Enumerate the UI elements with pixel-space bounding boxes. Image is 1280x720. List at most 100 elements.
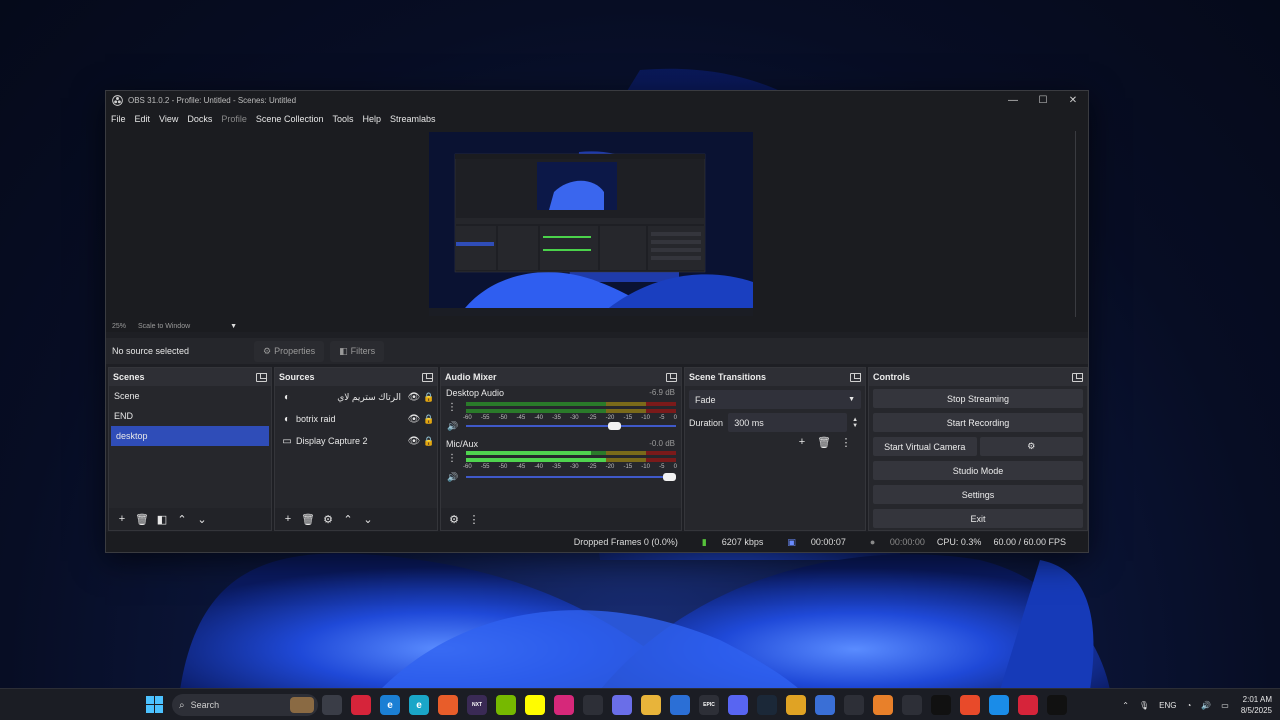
- add-icon[interactable]: +: [791, 436, 813, 449]
- windows-start-icon[interactable]: [146, 696, 163, 713]
- settings-button[interactable]: Settings: [873, 485, 1083, 504]
- snapchat-icon[interactable]: [525, 695, 545, 715]
- chevron-down-icon[interactable]: ▼: [230, 323, 237, 330]
- gear-icon[interactable]: ⚙: [318, 513, 338, 526]
- menu-profile[interactable]: Profile: [221, 114, 247, 124]
- minimize-icon[interactable]: —: [998, 95, 1028, 106]
- title-bar[interactable]: OBS 31.0.2 - Profile: Untitled - Scenes:…: [106, 91, 1088, 110]
- program-preview[interactable]: [429, 132, 753, 316]
- undock-icon[interactable]: [422, 372, 433, 382]
- lock-icon[interactable]: 🔒: [421, 392, 437, 403]
- close-icon[interactable]: ✕: [1058, 95, 1088, 106]
- source-item[interactable]: ◐ botrix raid 👁 🔒: [275, 408, 437, 430]
- virtual-camera-settings-icon[interactable]: ⚙: [979, 437, 1083, 456]
- scale-mode[interactable]: Scale to Window: [138, 323, 190, 330]
- exit-button[interactable]: Exit: [873, 509, 1083, 528]
- instagram-icon[interactable]: [554, 695, 574, 715]
- speaker-icon[interactable]: 🔊: [447, 472, 458, 483]
- trash-icon[interactable]: 🗑: [813, 436, 835, 449]
- shield-app-icon[interactable]: [815, 695, 835, 715]
- slider-knob[interactable]: [607, 422, 621, 430]
- volume-slider[interactable]: [466, 473, 676, 481]
- undock-icon[interactable]: [850, 372, 861, 382]
- duration-stepper[interactable]: ▲ ▼: [849, 417, 861, 429]
- trash-icon[interactable]: 🗑: [132, 513, 152, 526]
- nvidia-app-icon[interactable]: [583, 695, 603, 715]
- file-viewer-icon[interactable]: [322, 695, 342, 715]
- move-down-icon[interactable]: ⌄: [358, 513, 378, 526]
- mail-app-icon[interactable]: [844, 695, 864, 715]
- lock-icon[interactable]: 🔒: [421, 414, 437, 425]
- source-item[interactable]: ▭ Display Capture 2 👁 🔒: [275, 430, 437, 452]
- next-icon[interactable]: NXT: [467, 695, 487, 715]
- source-item[interactable]: ◐ الرتاك ستريم لاي 👁 🔒: [275, 386, 437, 408]
- move-up-icon[interactable]: ⌃: [338, 513, 358, 526]
- start-recording-button[interactable]: Start Recording: [873, 413, 1083, 432]
- tiktok-icon[interactable]: [931, 695, 951, 715]
- preview-scrollbar[interactable]: [1075, 131, 1076, 317]
- add-icon[interactable]: +: [112, 513, 132, 525]
- move-down-icon[interactable]: ⌄: [192, 513, 212, 526]
- eye-icon[interactable]: 👁: [407, 436, 421, 447]
- lock-icon[interactable]: 🔒: [421, 436, 437, 447]
- capcut-icon[interactable]: [1018, 695, 1038, 715]
- kebab-menu-icon[interactable]: ⋮: [447, 402, 457, 413]
- undock-icon[interactable]: [1072, 372, 1083, 382]
- undock-icon[interactable]: [666, 372, 677, 382]
- speaker-icon[interactable]: 🔊: [447, 421, 458, 432]
- mixer-settings-icon[interactable]: ⚙: [444, 513, 464, 526]
- menu-streamlabs[interactable]: Streamlabs: [390, 114, 436, 124]
- scene-item[interactable]: Scene: [109, 386, 271, 406]
- studio-mode-button[interactable]: Studio Mode: [873, 461, 1083, 480]
- stop-streaming-button[interactable]: Stop Streaming: [873, 389, 1083, 408]
- scene-filter-icon[interactable]: ◧: [152, 513, 172, 526]
- undock-icon[interactable]: [256, 372, 267, 382]
- app-red-icon[interactable]: [351, 695, 371, 715]
- battery-icon[interactable]: ▭: [1221, 701, 1229, 710]
- add-icon[interactable]: +: [278, 513, 298, 525]
- trash-icon[interactable]: 🗑: [298, 513, 318, 526]
- menu-docks[interactable]: Docks: [187, 114, 212, 124]
- volume-slider[interactable]: [466, 422, 676, 430]
- copilot-icon[interactable]: [612, 695, 632, 715]
- microphone-icon[interactable]: 🎙: [1139, 701, 1149, 710]
- kebab-menu-icon[interactable]: ⋮: [447, 453, 457, 464]
- transition-select[interactable]: Fade ▼: [689, 390, 861, 409]
- colorful-app-icon[interactable]: [438, 695, 458, 715]
- menu-tools[interactable]: Tools: [332, 114, 353, 124]
- epic-games-icon[interactable]: EPIC: [699, 695, 719, 715]
- start-virtual-camera-button[interactable]: Start Virtual Camera: [873, 437, 977, 456]
- maximize-icon[interactable]: ☐: [1028, 95, 1058, 106]
- kebab-menu-icon[interactable]: ⋮: [464, 513, 484, 526]
- menu-scene-collection[interactable]: Scene Collection: [256, 114, 324, 124]
- filters-button[interactable]: ◧ Filters: [330, 340, 385, 362]
- menu-view[interactable]: View: [159, 114, 178, 124]
- scene-item[interactable]: END: [109, 406, 271, 426]
- folder-icon[interactable]: [641, 695, 661, 715]
- slider-knob[interactable]: [663, 473, 676, 481]
- edge-icon[interactable]: e: [380, 695, 400, 715]
- duration-input[interactable]: 300 ms: [728, 413, 848, 432]
- discord-icon[interactable]: [728, 695, 748, 715]
- wifi-icon[interactable]: ◔: [1186, 701, 1191, 710]
- language-indicator[interactable]: ENG: [1159, 701, 1176, 710]
- app-dark-icon[interactable]: [1047, 695, 1067, 715]
- menu-file[interactable]: File: [111, 114, 126, 124]
- scene-item-selected[interactable]: desktop: [111, 426, 269, 446]
- kebab-menu-icon[interactable]: ⋮: [835, 436, 857, 449]
- edge-beta-icon[interactable]: e: [409, 695, 429, 715]
- zoom-bar[interactable]: 25% Scale to Window ▼: [112, 323, 237, 330]
- vlc-icon[interactable]: [873, 695, 893, 715]
- store-icon[interactable]: [670, 695, 690, 715]
- eye-icon[interactable]: 👁: [407, 392, 421, 403]
- clock[interactable]: 2:01 AM 8/5/2025: [1241, 694, 1272, 716]
- properties-button[interactable]: ⚙ Properties: [254, 340, 325, 362]
- chrome-icon[interactable]: [786, 695, 806, 715]
- menu-help[interactable]: Help: [362, 114, 381, 124]
- app-orange-icon[interactable]: [960, 695, 980, 715]
- obs-icon[interactable]: [902, 695, 922, 715]
- menu-edit[interactable]: Edit: [135, 114, 151, 124]
- taskbar-search[interactable]: ⌕ Search: [172, 694, 318, 716]
- volume-icon[interactable]: 🔊: [1201, 701, 1211, 710]
- chevron-up-icon[interactable]: ⌃: [1122, 701, 1129, 710]
